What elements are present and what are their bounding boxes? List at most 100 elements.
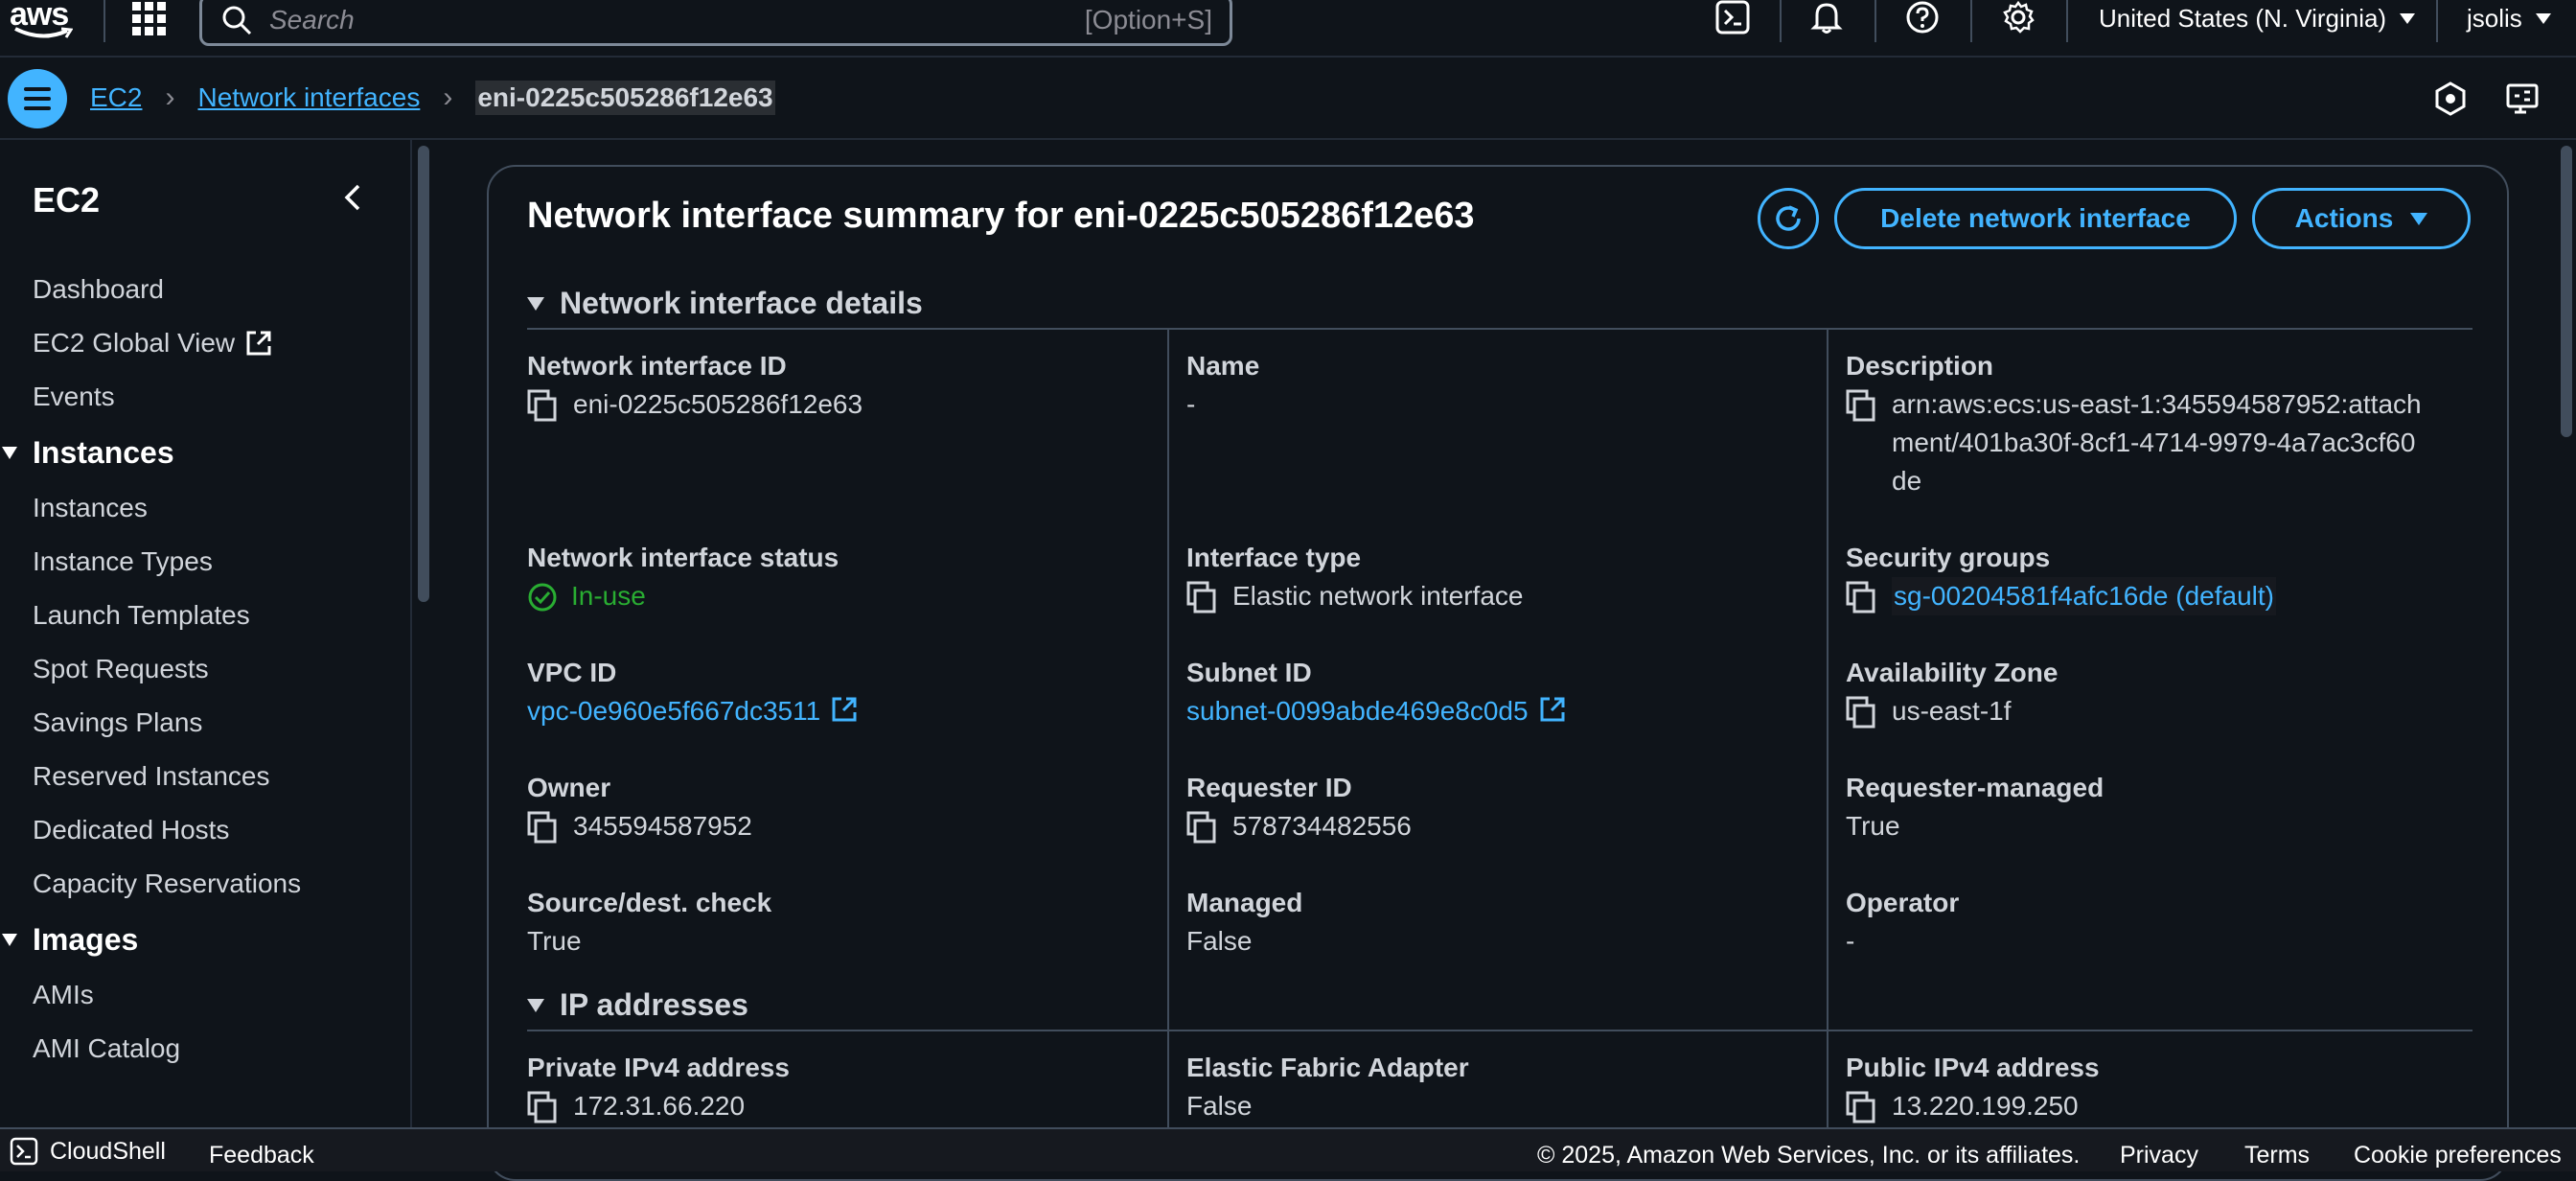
copyright-text: © 2025, Amazon Web Services, Inc. or its…	[1537, 1142, 2081, 1169]
field-label: Requester ID	[1186, 773, 1352, 802]
chevron-down-icon	[2535, 13, 2551, 24]
privacy-link[interactable]: Privacy	[2120, 1142, 2198, 1169]
copy-icon[interactable]	[1846, 696, 1878, 730]
button-label: Delete network interface	[1880, 203, 2191, 233]
sidebar-collapse-button[interactable]	[341, 182, 370, 217]
cloudshell-label: CloudShell	[50, 1137, 166, 1165]
summary-card: Network interface summary for eni-0225c5…	[487, 165, 2509, 1181]
ip-section-header[interactable]: IP addresses	[527, 987, 748, 1023]
field-label: VPC ID	[527, 658, 617, 687]
main-scrollbar[interactable]	[2561, 146, 2572, 437]
sidebar-item-amis[interactable]: AMIs	[0, 968, 410, 1022]
region-selector[interactable]: United States (N. Virginia)	[2099, 4, 2416, 34]
sidebar-scrollbar[interactable]	[418, 146, 429, 602]
sidebar-item-spot-requests[interactable]: Spot Requests	[0, 642, 410, 696]
copy-icon[interactable]	[527, 1091, 560, 1125]
field-label: Network interface ID	[527, 351, 787, 381]
delete-network-interface-button[interactable]: Delete network interface	[1834, 188, 2237, 249]
monitor-settings-icon[interactable]	[2505, 81, 2543, 119]
sidebar-item-capacity-reservations[interactable]: Capacity Reservations	[0, 857, 410, 911]
aws-logo[interactable]: aws	[10, 0, 75, 42]
field-label: Public IPv4 address	[1846, 1053, 2100, 1082]
field-private-ipv4: Private IPv4 address 172.31.66.220	[527, 1049, 1140, 1125]
sidebar-item-dashboard[interactable]: Dashboard	[0, 263, 410, 316]
side-navigation-toggle[interactable]	[8, 69, 67, 128]
search-input[interactable]: Search [Option+S]	[199, 0, 1232, 46]
nav-divider	[2436, 0, 2438, 42]
button-label: Actions	[2294, 203, 2394, 233]
sidebar-item-launch-templates[interactable]: Launch Templates	[0, 589, 410, 642]
field-owner: Owner 345594587952	[527, 769, 1140, 845]
breadcrumb-ec2-link[interactable]: EC2	[90, 82, 142, 113]
sidebar-item-reserved-instances[interactable]: Reserved Instances	[0, 750, 410, 803]
sidebar-section-images[interactable]: Images	[0, 911, 410, 968]
top-navigation: aws Search [Option+S] United States (N. …	[0, 0, 2576, 58]
subnet-id-link[interactable]: subnet-0099abde469e8c0d5	[1186, 692, 1567, 730]
footer: CloudShell Feedback © 2025, Amazon Web S…	[0, 1127, 2576, 1171]
nav-divider	[1874, 0, 1876, 42]
cookie-preferences-link[interactable]: Cookie preferences	[2354, 1142, 2562, 1169]
sidebar-item-label: Dedicated Hosts	[33, 815, 230, 845]
breadcrumb-network-interfaces-link[interactable]: Network interfaces	[197, 82, 420, 113]
sidebar-item-instances[interactable]: Instances	[0, 481, 410, 535]
sidebar-item-dedicated-hosts[interactable]: Dedicated Hosts	[0, 803, 410, 857]
services-grid-icon[interactable]	[130, 0, 169, 38]
copy-icon[interactable]	[1846, 389, 1878, 424]
copy-icon[interactable]	[527, 811, 560, 845]
caret-down-icon	[2, 447, 17, 459]
sidebar-list: Dashboard EC2 Global View Events Instanc…	[0, 263, 410, 1076]
external-link-icon	[246, 331, 271, 356]
field-elastic-fabric-adapter: Elastic Fabric Adapter False	[1186, 1049, 1800, 1125]
user-name: jsolis	[2467, 4, 2522, 33]
field-label: Subnet ID	[1186, 658, 1312, 687]
sidebar-item-label: AMI Catalog	[33, 1033, 181, 1063]
copy-icon[interactable]	[1846, 1091, 1878, 1125]
cloudshell-button[interactable]: CloudShell	[10, 1137, 166, 1166]
section-divider	[527, 1030, 2472, 1031]
column-divider	[1167, 330, 1169, 1143]
nav-divider	[104, 0, 105, 42]
sidebar-item-events[interactable]: Events	[0, 370, 410, 424]
caret-down-icon	[2410, 212, 2428, 225]
sidebar-item-ec2-global-view[interactable]: EC2 Global View	[0, 316, 410, 370]
hamburger-icon-line	[24, 106, 51, 110]
security-group-link[interactable]: sg-00204581f4afc16de (default)	[1892, 577, 2276, 615]
copy-icon[interactable]	[1186, 811, 1219, 845]
sidebar-section-label: Instances	[33, 435, 174, 470]
copy-icon[interactable]	[527, 389, 560, 424]
copy-icon[interactable]	[1186, 581, 1219, 615]
cloudshell-icon[interactable]	[1715, 0, 1754, 38]
sidebar-item-ami-catalog[interactable]: AMI Catalog	[0, 1022, 410, 1076]
field-label: Private IPv4 address	[527, 1053, 790, 1082]
notifications-bell-icon[interactable]	[1809, 0, 1848, 38]
page-title: Network interface summary for eni-0225c5…	[527, 196, 1475, 236]
user-menu[interactable]: jsolis	[2467, 4, 2551, 34]
field-name: Name -	[1186, 347, 1800, 424]
refresh-button[interactable]	[1758, 188, 1819, 249]
sidebar: EC2 Dashboard EC2 Global View Events Ins…	[0, 140, 412, 1127]
sidebar-item-instance-types[interactable]: Instance Types	[0, 535, 410, 589]
sidebar-item-savings-plans[interactable]: Savings Plans	[0, 696, 410, 750]
field-value: arn:aws:ecs:us-east-1:345594587952:attac…	[1892, 389, 2422, 496]
field-value: Elastic network interface	[1232, 581, 1524, 611]
link-text: vpc-0e960e5f667dc3511	[527, 696, 821, 726]
vpc-id-link[interactable]: vpc-0e960e5f667dc3511	[527, 692, 859, 730]
terms-link[interactable]: Terms	[2244, 1142, 2310, 1169]
field-label: Security groups	[1846, 543, 2051, 572]
field-interface-type: Interface type Elastic network interface	[1186, 539, 1800, 615]
copy-icon[interactable]	[1846, 581, 1878, 615]
field-label: Elastic Fabric Adapter	[1186, 1053, 1469, 1082]
details-section-header[interactable]: Network interface details	[527, 286, 923, 321]
column-divider	[1827, 330, 1828, 1143]
feedback-link[interactable]: Feedback	[209, 1142, 314, 1169]
field-public-ipv4: Public IPv4 address 13.220.199.250	[1846, 1049, 2459, 1125]
help-icon[interactable]	[1905, 0, 1944, 38]
settings-gear-icon[interactable]	[2001, 0, 2039, 38]
ai-assistant-icon[interactable]	[2432, 81, 2471, 119]
actions-dropdown-button[interactable]: Actions	[2252, 188, 2471, 249]
sidebar-section-instances[interactable]: Instances	[0, 424, 410, 481]
field-subnet-id: Subnet ID subnet-0099abde469e8c0d5	[1186, 654, 1800, 730]
field-description: Description arn:aws:ecs:us-east-1:345594…	[1846, 347, 2440, 500]
field-value: True	[527, 926, 582, 956]
field-value: -	[1186, 389, 1196, 419]
